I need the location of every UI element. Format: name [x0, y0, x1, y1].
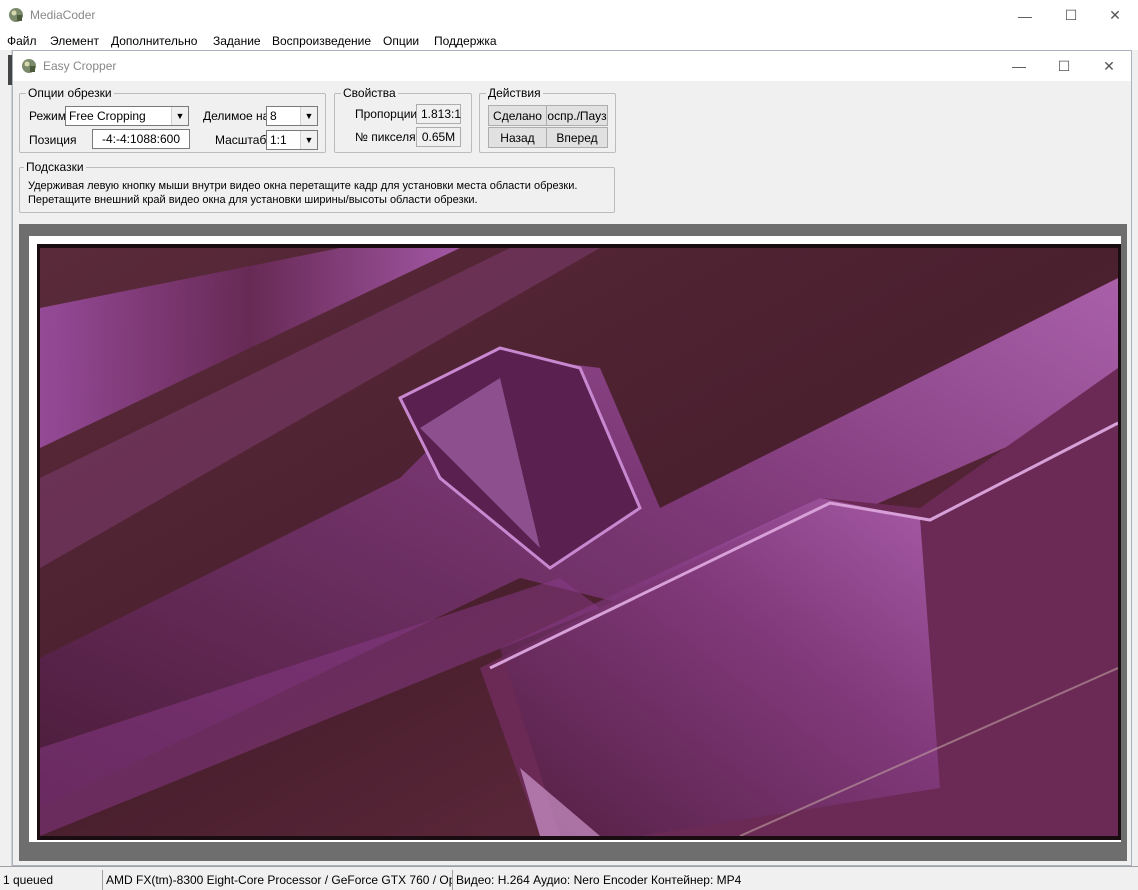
- minimize-icon: —: [1012, 58, 1026, 74]
- crop-options-legend: Опции обрезки: [26, 86, 114, 100]
- play-pause-button[interactable]: оспр./Пауз: [546, 105, 608, 126]
- close-icon: ✕: [1109, 7, 1121, 23]
- menu-task[interactable]: Задание: [213, 34, 261, 48]
- dialog-title: Easy Cropper: [43, 59, 117, 73]
- position-label: Позиция: [29, 133, 77, 147]
- menu-options[interactable]: Опции: [383, 34, 419, 48]
- queue-status: 1 queued: [3, 873, 54, 887]
- actions-legend: Действия: [486, 86, 543, 100]
- pixels-value: 0.65M: [416, 127, 461, 147]
- minimize-icon: —: [1018, 7, 1032, 24]
- maximize-icon: ☐: [1064, 7, 1078, 23]
- divisible-value: 8: [270, 109, 277, 123]
- menu-bar: Файл Элемент Дополнительно Задание Воспр…: [0, 31, 1138, 50]
- dialog-maximize-button[interactable]: ☐: [1041, 51, 1087, 81]
- dialog-minimize-button[interactable]: —: [996, 51, 1042, 81]
- menu-item[interactable]: Элемент: [50, 34, 99, 48]
- hint-line-1: Удерживая левую кнопку мыши внутри видео…: [28, 180, 578, 192]
- scale-label: Масштаб: [215, 133, 267, 147]
- forward-button[interactable]: Вперед: [546, 127, 608, 148]
- video-frame-image: [40, 248, 1118, 836]
- maximize-icon: ☐: [1057, 57, 1071, 74]
- chevron-down-icon[interactable]: ▼: [171, 107, 188, 125]
- close-icon: ✕: [1103, 57, 1115, 74]
- menu-advanced[interactable]: Дополнительно: [111, 34, 197, 48]
- scale-value: 1:1: [270, 133, 287, 147]
- video-frame[interactable]: [40, 248, 1118, 836]
- video-frame-border: [37, 244, 1121, 840]
- properties-group: Свойства Пропорции 1.813:1 № пикселя 0.6…: [334, 86, 472, 153]
- aspect-label: Пропорции: [355, 107, 418, 121]
- menu-support[interactable]: Поддержка: [434, 34, 497, 48]
- mode-value: Free Cropping: [69, 109, 146, 123]
- done-button[interactable]: Сделано: [488, 105, 547, 126]
- status-bar: 1 queued AMD FX(tm)-8300 Eight-Core Proc…: [0, 866, 1138, 890]
- divisible-select[interactable]: 8 ▼: [266, 106, 318, 126]
- pixels-label: № пикселя: [355, 130, 416, 144]
- video-preview-area[interactable]: [19, 224, 1127, 861]
- dialog-title-bar: Easy Cropper — ☐ ✕: [13, 51, 1131, 81]
- scale-select[interactable]: 1:1 ▼: [266, 130, 318, 150]
- crop-options-group: Опции обрезки Режим Free Cropping ▼ Дели…: [19, 86, 326, 153]
- chevron-down-icon[interactable]: ▼: [300, 107, 317, 125]
- minimize-button[interactable]: —: [1002, 0, 1048, 31]
- easy-cropper-dialog: Easy Cropper — ☐ ✕ Опции обрезки Режим F…: [12, 50, 1132, 866]
- hints-legend: Подсказки: [24, 160, 86, 174]
- aspect-value: 1.813:1: [416, 104, 461, 124]
- back-button[interactable]: Назад: [488, 127, 547, 148]
- maximize-button[interactable]: ☐: [1048, 0, 1094, 31]
- close-button[interactable]: ✕: [1092, 0, 1138, 31]
- divisible-label: Делимое на: [203, 109, 270, 123]
- properties-legend: Свойства: [341, 86, 398, 100]
- crop-region-border[interactable]: [29, 236, 1121, 842]
- mode-label: Режим: [29, 109, 66, 123]
- menu-file[interactable]: Файл: [7, 34, 37, 48]
- mediacoder-dialog-icon: [22, 59, 36, 73]
- hint-line-2: Перетащите внешний край видео окна для у…: [28, 194, 478, 206]
- mediacoder-app-icon: [9, 8, 23, 22]
- chevron-down-icon[interactable]: ▼: [300, 131, 317, 149]
- position-input[interactable]: -4:-4:1088:600: [92, 129, 190, 149]
- codec-status: Видео: H.264 Аудио: Nero Encoder Контейн…: [452, 870, 1138, 890]
- dialog-close-button[interactable]: ✕: [1086, 51, 1132, 81]
- hardware-status: AMD FX(tm)-8300 Eight-Core Processor / G…: [102, 870, 452, 890]
- app-title: MediaCoder: [30, 8, 96, 22]
- actions-group: Действия Сделано оспр./Пауз Назад Вперед: [479, 86, 616, 153]
- main-title-bar: MediaCoder — ☐ ✕: [0, 0, 1138, 31]
- menu-playback[interactable]: Воспроизведение: [272, 34, 371, 48]
- hints-group: Подсказки Удерживая левую кнопку мыши вн…: [19, 160, 615, 213]
- background-window-strip: [0, 50, 12, 866]
- mode-select[interactable]: Free Cropping ▼: [65, 106, 189, 126]
